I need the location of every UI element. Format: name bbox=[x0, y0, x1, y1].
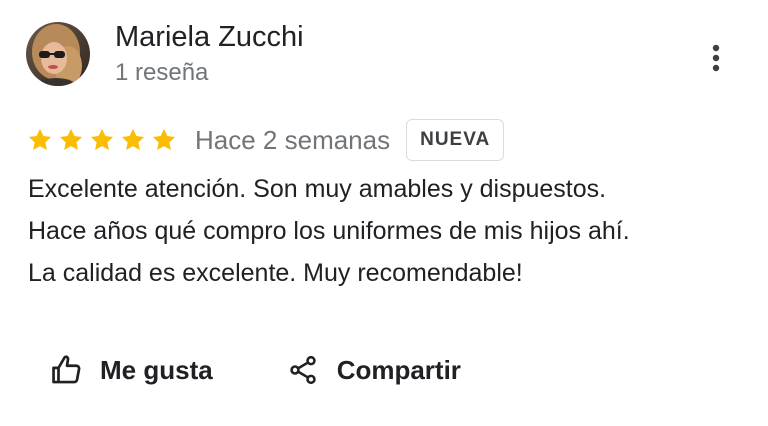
star-icon bbox=[150, 126, 178, 154]
star-icon bbox=[119, 126, 147, 154]
review-text-line: Excelente atención. Son muy amables y di… bbox=[28, 175, 607, 203]
review-count[interactable]: 1 reseña bbox=[115, 58, 208, 88]
share-label: Compartir bbox=[336, 354, 461, 385]
review-text-line: Hace años qué compro los uniformes de mi… bbox=[28, 217, 630, 245]
like-button[interactable]: Me gusta bbox=[50, 353, 213, 387]
review-text: Excelente atención. Son muy amables y di… bbox=[28, 168, 748, 294]
review-date: Hace 2 semanas bbox=[195, 124, 391, 155]
reviewer-name[interactable]: Mariela Zucchi bbox=[115, 18, 304, 56]
star-icon bbox=[57, 126, 85, 154]
thumb-up-icon bbox=[52, 355, 81, 384]
avatar[interactable] bbox=[26, 22, 90, 86]
more-vert-icon bbox=[712, 44, 720, 72]
share-icon bbox=[289, 355, 316, 385]
share-button[interactable]: Compartir bbox=[287, 353, 461, 387]
more-options-button[interactable] bbox=[700, 38, 732, 78]
review-text-line: La calidad es excelente. Muy recomendabl… bbox=[28, 259, 523, 287]
star-rating bbox=[26, 126, 178, 154]
like-label: Me gusta bbox=[100, 354, 213, 385]
star-icon bbox=[88, 126, 116, 154]
new-badge: NUEVA bbox=[406, 119, 505, 161]
review-actions: Me gusta Compartir bbox=[50, 348, 461, 392]
star-icon bbox=[26, 126, 54, 154]
rating-row: Hace 2 semanas NUEVA bbox=[26, 118, 505, 162]
